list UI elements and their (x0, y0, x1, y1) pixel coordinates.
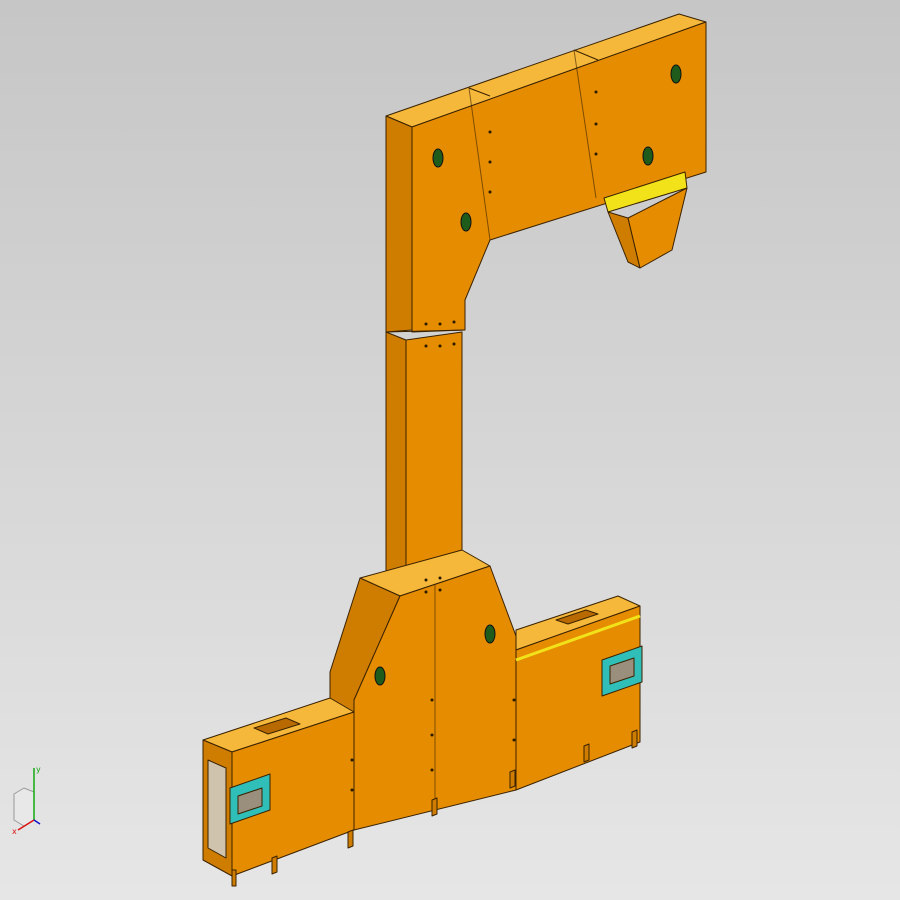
cad-viewport[interactable]: y x (0, 0, 900, 900)
support-leg (631, 729, 638, 749)
model-canvas[interactable]: y x (0, 0, 900, 900)
bolt (452, 320, 456, 324)
bolt (438, 576, 442, 580)
bolt (438, 344, 442, 348)
bearing-port (374, 666, 386, 686)
bolt (488, 130, 492, 134)
bolt (438, 588, 442, 592)
head-left-face (385, 115, 413, 333)
bearing-port (484, 624, 496, 644)
bolt (488, 190, 492, 194)
bolt (430, 698, 434, 702)
support-leg (271, 855, 278, 875)
support-leg (347, 829, 354, 849)
bolt (424, 344, 428, 348)
bolt (512, 698, 516, 702)
bolt (438, 322, 442, 326)
bearing-port (432, 148, 444, 168)
bearing-port (642, 146, 654, 166)
support-leg (583, 743, 590, 763)
bearing-port (670, 64, 682, 84)
triad-cube (13, 787, 35, 827)
bolt (424, 322, 428, 326)
column-left-face (385, 331, 407, 595)
bolt (350, 758, 354, 762)
bolt (424, 590, 428, 594)
left-end-window (207, 759, 227, 859)
triad-y-label: y (36, 765, 41, 774)
support-leg (231, 869, 237, 887)
bolt (430, 733, 434, 737)
bolt (430, 768, 434, 772)
support-leg (509, 769, 516, 789)
bolt (594, 152, 598, 156)
bolt (350, 788, 354, 792)
bearing-port (460, 212, 472, 232)
bolt (594, 122, 598, 126)
bolt (512, 738, 516, 742)
bolt (594, 90, 598, 94)
bolt (452, 342, 456, 346)
bolt (488, 160, 492, 164)
triad-x-label: x (12, 827, 17, 836)
support-leg (431, 797, 438, 817)
bolt (424, 578, 428, 582)
